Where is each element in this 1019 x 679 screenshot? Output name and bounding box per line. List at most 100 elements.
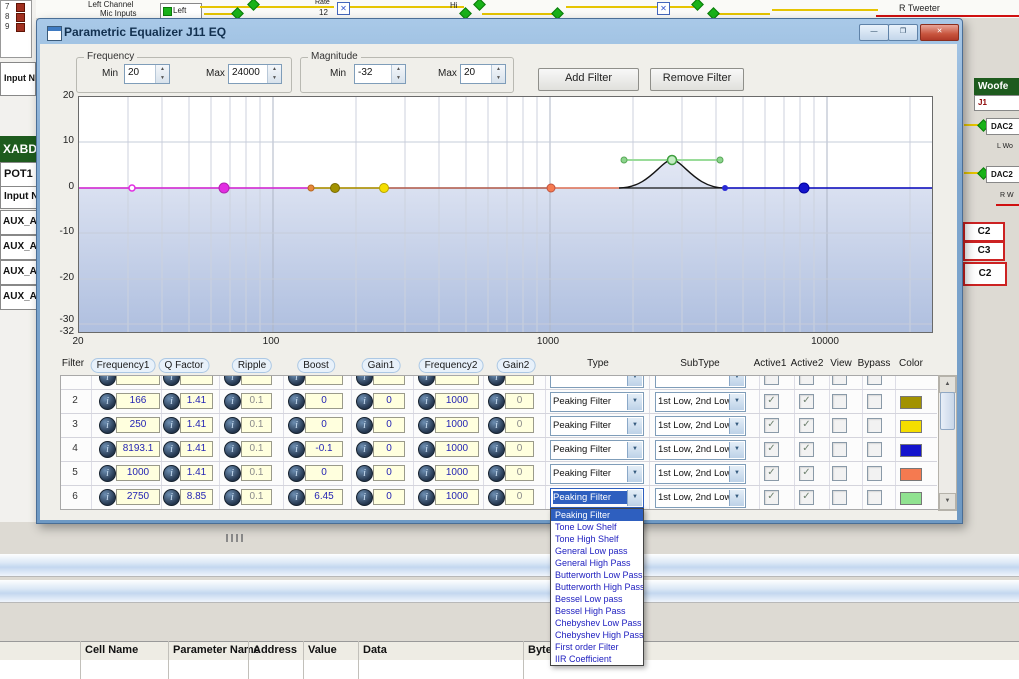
minimize-button[interactable]: — — [859, 24, 889, 41]
frequency2-value[interactable] — [435, 375, 479, 385]
info-icon[interactable] — [163, 489, 180, 506]
eq-dot-blue-small[interactable] — [722, 185, 728, 191]
info-icon[interactable] — [224, 375, 241, 386]
info-icon[interactable] — [224, 417, 241, 434]
handle-endpoint[interactable] — [717, 157, 723, 163]
info-icon[interactable] — [488, 393, 505, 410]
chevron-down-icon[interactable] — [627, 394, 642, 410]
info-icon[interactable] — [356, 489, 373, 506]
info-icon[interactable] — [356, 417, 373, 434]
info-icon[interactable] — [288, 441, 305, 458]
ripple-value[interactable]: 0.1 — [241, 465, 272, 481]
gain1-value[interactable]: 0 — [373, 393, 405, 409]
gain1-value[interactable] — [373, 375, 405, 385]
bypass-checkbox[interactable] — [867, 375, 882, 385]
info-icon[interactable] — [418, 393, 435, 410]
info-icon[interactable] — [163, 375, 180, 386]
mag-min-value[interactable]: -32 — [358, 67, 372, 78]
dropdown-item[interactable]: First order Filter — [551, 641, 643, 653]
gain1-value[interactable]: 0 — [373, 489, 405, 505]
active1-checkbox[interactable]: ✓ — [764, 418, 779, 433]
freq-min-value[interactable]: 20 — [128, 67, 139, 78]
info-icon[interactable] — [99, 441, 116, 458]
ripple-value[interactable]: 0.1 — [241, 489, 272, 505]
active2-checkbox[interactable]: ✓ — [799, 442, 814, 457]
eq-dot-yellow[interactable] — [380, 184, 389, 193]
info-icon[interactable] — [288, 489, 305, 506]
chevron-down-icon[interactable] — [627, 490, 642, 506]
info-icon[interactable] — [488, 465, 505, 482]
boost-value[interactable]: 6.45 — [305, 489, 343, 505]
boost-value[interactable]: 0 — [305, 465, 343, 481]
view-checkbox[interactable] — [832, 442, 847, 457]
freq-min-spinner[interactable]: 20 ▲▼ — [124, 64, 170, 84]
bypass-checkbox[interactable] — [867, 418, 882, 433]
frequency1-value[interactable]: 2750 — [116, 489, 160, 505]
qfactor-value[interactable]: 1.41 — [180, 393, 213, 409]
mag-max-spinner[interactable]: 20 ▲▼ — [460, 64, 506, 84]
dropdown-item[interactable]: General Low pass — [551, 545, 643, 557]
gain2-value[interactable]: 0 — [505, 441, 534, 457]
frequency2-value[interactable]: 1000 — [435, 417, 479, 433]
scroll-thumb[interactable] — [940, 392, 955, 430]
info-icon[interactable] — [288, 417, 305, 434]
active1-checkbox[interactable]: ✓ — [764, 394, 779, 409]
chevron-down-icon[interactable] — [627, 442, 642, 458]
remove-filter-button[interactable]: Remove Filter — [650, 68, 744, 91]
info-icon[interactable] — [488, 375, 505, 386]
chevron-down-icon[interactable] — [627, 418, 642, 434]
frequency1-value[interactable]: 8193.1 — [116, 441, 160, 457]
frequency2-value[interactable]: 1000 — [435, 465, 479, 481]
freq-max-value[interactable]: 24000 — [232, 67, 260, 78]
dropdown-item[interactable]: Tone Low Shelf — [551, 521, 643, 533]
scroll-up-icon[interactable]: ▲ — [939, 376, 956, 393]
info-icon[interactable] — [356, 441, 373, 458]
bypass-checkbox[interactable] — [867, 466, 882, 481]
active2-checkbox[interactable]: ✓ — [799, 490, 814, 505]
frequency2-value[interactable]: 1000 — [435, 441, 479, 457]
eq-dot-peak-green[interactable] — [668, 156, 677, 165]
ripple-value[interactable]: 0.1 — [241, 441, 272, 457]
chevron-down-icon[interactable] — [729, 442, 744, 458]
frequency1-value[interactable]: 166 — [116, 393, 160, 409]
ripple-value[interactable]: 0.1 — [241, 417, 272, 433]
mag-min-spinner[interactable]: -32 ▲▼ — [354, 64, 406, 84]
subtype-combobox[interactable]: 1st Low, 2nd Low — [655, 464, 746, 484]
info-icon[interactable] — [163, 465, 180, 482]
frequency1-value[interactable] — [116, 375, 160, 385]
chevron-down-icon[interactable] — [729, 394, 744, 410]
eq-dot-magenta[interactable] — [219, 183, 229, 193]
close-button[interactable]: ✕ — [920, 24, 959, 41]
info-icon[interactable] — [488, 441, 505, 458]
spinner-buttons[interactable]: ▲▼ — [155, 65, 169, 83]
scroll-down-icon[interactable]: ▼ — [939, 493, 956, 510]
view-checkbox[interactable] — [832, 466, 847, 481]
type-combobox-open[interactable]: Peaking Filter — [550, 488, 644, 508]
eq-dot-magenta-open[interactable] — [129, 185, 135, 191]
subtype-combobox[interactable] — [655, 375, 746, 388]
gain1-value[interactable]: 0 — [373, 465, 405, 481]
gain1-value[interactable]: 0 — [373, 417, 405, 433]
eq-dot-blue[interactable] — [799, 183, 809, 193]
qfactor-value[interactable]: 1.41 — [180, 465, 213, 481]
ripple-value[interactable]: 0.1 — [241, 393, 272, 409]
dropdown-item[interactable]: Butterworth High Pass — [551, 581, 643, 593]
add-filter-button[interactable]: Add Filter — [538, 68, 639, 91]
qfactor-value[interactable]: 8.85 — [180, 489, 213, 505]
dropdown-item[interactable]: Chebyshev High Pass — [551, 629, 643, 641]
bypass-checkbox[interactable] — [867, 394, 882, 409]
dropdown-item[interactable]: Chebyshev Low Pass — [551, 617, 643, 629]
chevron-down-icon[interactable] — [627, 375, 642, 386]
gain1-value[interactable]: 0 — [373, 441, 405, 457]
info-icon[interactable] — [488, 489, 505, 506]
frequency1-value[interactable]: 1000 — [116, 465, 160, 481]
info-icon[interactable] — [356, 393, 373, 410]
table-scrollbar[interactable]: ▲ ▼ — [938, 375, 957, 511]
info-icon[interactable] — [224, 465, 241, 482]
qfactor-value[interactable]: 1.41 — [180, 417, 213, 433]
spinner-buttons[interactable]: ▲▼ — [491, 65, 505, 83]
frequency2-value[interactable]: 1000 — [435, 489, 479, 505]
info-icon[interactable] — [99, 489, 116, 506]
info-icon[interactable] — [163, 441, 180, 458]
eq-dot-olive[interactable] — [331, 184, 340, 193]
